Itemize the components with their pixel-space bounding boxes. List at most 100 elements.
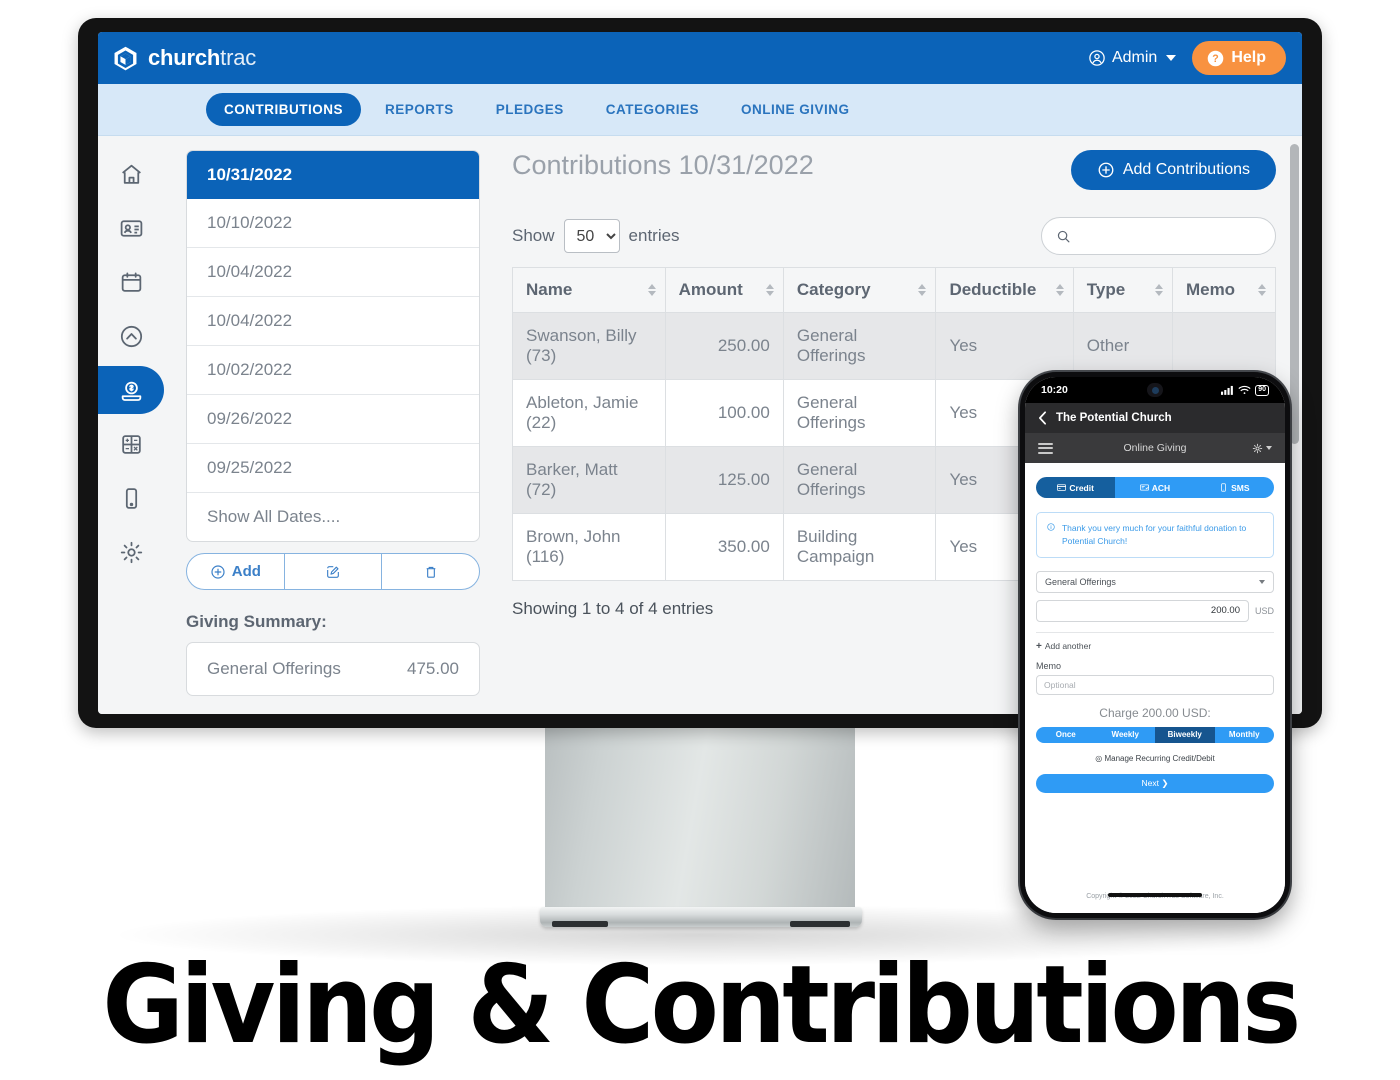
cell-amount: 125.00 (664, 446, 784, 514)
fund-select-value: General Offerings (1045, 576, 1116, 587)
table-row[interactable]: Swanson, Billy (73) 250.00 General Offer… (512, 312, 1277, 380)
info-circle-icon (1047, 523, 1055, 531)
show-all-dates-item[interactable]: Show All Dates.... (187, 493, 479, 541)
date-item[interactable]: 10/04/2022 (187, 297, 479, 346)
add-contributions-button[interactable]: Add Contributions (1070, 150, 1276, 190)
phone-settings-button[interactable] (1252, 443, 1272, 454)
sort-icon (1258, 284, 1266, 296)
phone-screen: 10:20 90 The Potential Church Online Giv… (1025, 377, 1285, 913)
chevron-left-icon[interactable] (1038, 411, 1047, 425)
bank-check-icon (1139, 484, 1149, 491)
sidebar-item-giving[interactable] (98, 366, 164, 414)
phone-sub-bar: Online Giving (1025, 433, 1285, 463)
help-button[interactable]: ? Help (1192, 41, 1286, 75)
freq-tab-biweekly[interactable]: Biweekly (1155, 726, 1215, 743)
freq-tab-once[interactable]: Once (1036, 726, 1096, 743)
chevron-down-icon (1166, 55, 1177, 61)
admin-menu-button[interactable]: Admin (1088, 49, 1177, 67)
search-icon (1057, 230, 1070, 242)
date-item-selected[interactable]: 10/31/2022 (187, 151, 479, 199)
amount-input[interactable]: 200.00 (1036, 599, 1249, 622)
content-scrollbar[interactable] (1290, 144, 1299, 444)
sidebar-item-accounting[interactable] (98, 420, 164, 468)
column-header-deductible[interactable]: Deductible (935, 267, 1074, 313)
phone-mockup: 10:20 90 The Potential Church Online Giv… (1020, 372, 1290, 918)
manage-recurring-link[interactable]: ◎ Manage Recurring Credit/Debit (1036, 754, 1274, 763)
sidebar-item-checkin[interactable] (98, 312, 164, 360)
cell-name: Ableton, Jamie (22) (512, 379, 666, 447)
cell-category: General Offerings (782, 379, 937, 447)
next-button[interactable]: Next ❯ (1036, 773, 1274, 793)
search-input[interactable] (1079, 227, 1261, 245)
brand-logo[interactable]: churchtrac (112, 45, 256, 72)
sort-icon (647, 284, 656, 296)
sidebar-item-home[interactable] (98, 150, 164, 198)
tab-online-giving[interactable]: ONLINE GIVING (723, 93, 868, 126)
sidebar-item-settings[interactable] (98, 528, 164, 576)
tab-contributions[interactable]: CONTRIBUTIONS (206, 93, 361, 126)
pencil-square-icon (327, 565, 339, 578)
edit-date-button[interactable] (285, 554, 383, 589)
column-header-name[interactable]: Name (512, 267, 666, 313)
monitor-foot-left (552, 921, 608, 927)
column-header-memo[interactable]: Memo (1171, 267, 1277, 313)
memo-input[interactable]: Optional (1036, 674, 1274, 695)
date-item[interactable]: 09/25/2022 (187, 444, 479, 493)
pay-tab-credit[interactable]: Credit (1036, 477, 1116, 498)
freq-tab-weekly[interactable]: Weekly (1095, 726, 1155, 743)
date-item[interactable]: 10/04/2022 (187, 248, 479, 297)
fund-select[interactable]: General Offerings (1036, 570, 1274, 593)
calendar-icon (121, 271, 141, 292)
date-item[interactable]: 10/02/2022 (187, 346, 479, 395)
entries-select[interactable]: 50 (563, 219, 620, 253)
sidebar-item-calendar[interactable] (98, 258, 164, 306)
tab-reports[interactable]: REPORTS (367, 93, 472, 126)
cell-amount: 350.00 (664, 513, 784, 581)
status-time: 10:20 (1041, 384, 1068, 396)
table-header-row: Contributions 10/31/2022 Add Contributio… (512, 150, 1276, 190)
delete-date-button[interactable] (382, 554, 479, 589)
date-list: 10/31/2022 10/10/2022 10/04/2022 10/04/2… (186, 150, 480, 542)
monitor-foot-right (790, 921, 850, 927)
topbar-right-group: Admin ? Help (1088, 41, 1286, 75)
thank-you-message: Thank you very much for your faithful do… (1036, 512, 1274, 558)
recycle-circle-icon: ◎ (1095, 753, 1103, 763)
date-item[interactable]: 10/10/2022 (187, 199, 479, 248)
giving-summary-amount: 475.00 (407, 659, 459, 678)
giving-summary-card: General Offerings 475.00 (186, 642, 480, 696)
phone-app-title: The Potential Church (1056, 412, 1172, 424)
freq-tab-monthly[interactable]: Monthly (1214, 726, 1274, 743)
date-item[interactable]: 09/26/2022 (187, 395, 479, 444)
sidebar-item-mobile[interactable] (98, 474, 164, 522)
pay-tab-ach[interactable]: ACH (1115, 477, 1195, 498)
giving-summary-title: Giving Summary: (186, 612, 327, 631)
circle-chevron-up-icon (120, 325, 142, 347)
sidebar-item-people[interactable] (98, 204, 164, 252)
show-entries-group: Show 50 entries (512, 219, 680, 253)
hamburger-icon[interactable] (1038, 442, 1053, 454)
svg-text:?: ? (1213, 53, 1219, 65)
cell-amount: 100.00 (664, 379, 784, 447)
wifi-icon (1238, 385, 1251, 394)
add-date-button[interactable]: Add (187, 554, 285, 589)
column-header-type[interactable]: Type (1072, 267, 1173, 313)
user-circle-icon (1089, 50, 1105, 66)
plus-circle-icon (1098, 162, 1114, 178)
pay-tab-label: SMS (1231, 482, 1250, 493)
th-label: Name (526, 280, 573, 299)
charge-summary: Charge 200.00 USD: (1099, 705, 1211, 720)
phone-subbar-title: Online Giving (1123, 442, 1187, 454)
cellular-bars-icon (1221, 385, 1234, 395)
donation-dollar-icon (121, 381, 141, 401)
add-another-button[interactable]: + Add another (1036, 631, 1274, 652)
pay-tab-label: Credit (1069, 482, 1094, 493)
column-header-amount[interactable]: Amount (664, 267, 784, 313)
sort-icon (918, 284, 927, 296)
tab-categories[interactable]: CATEGORIES (588, 93, 717, 126)
sort-icon (1055, 284, 1064, 296)
tab-pledges[interactable]: PLEDGES (478, 93, 582, 126)
cell-amount: 250.00 (664, 312, 784, 380)
column-header-category[interactable]: Category (782, 267, 937, 313)
search-box[interactable] (1041, 217, 1276, 255)
pay-tab-sms[interactable]: SMS (1194, 477, 1274, 498)
